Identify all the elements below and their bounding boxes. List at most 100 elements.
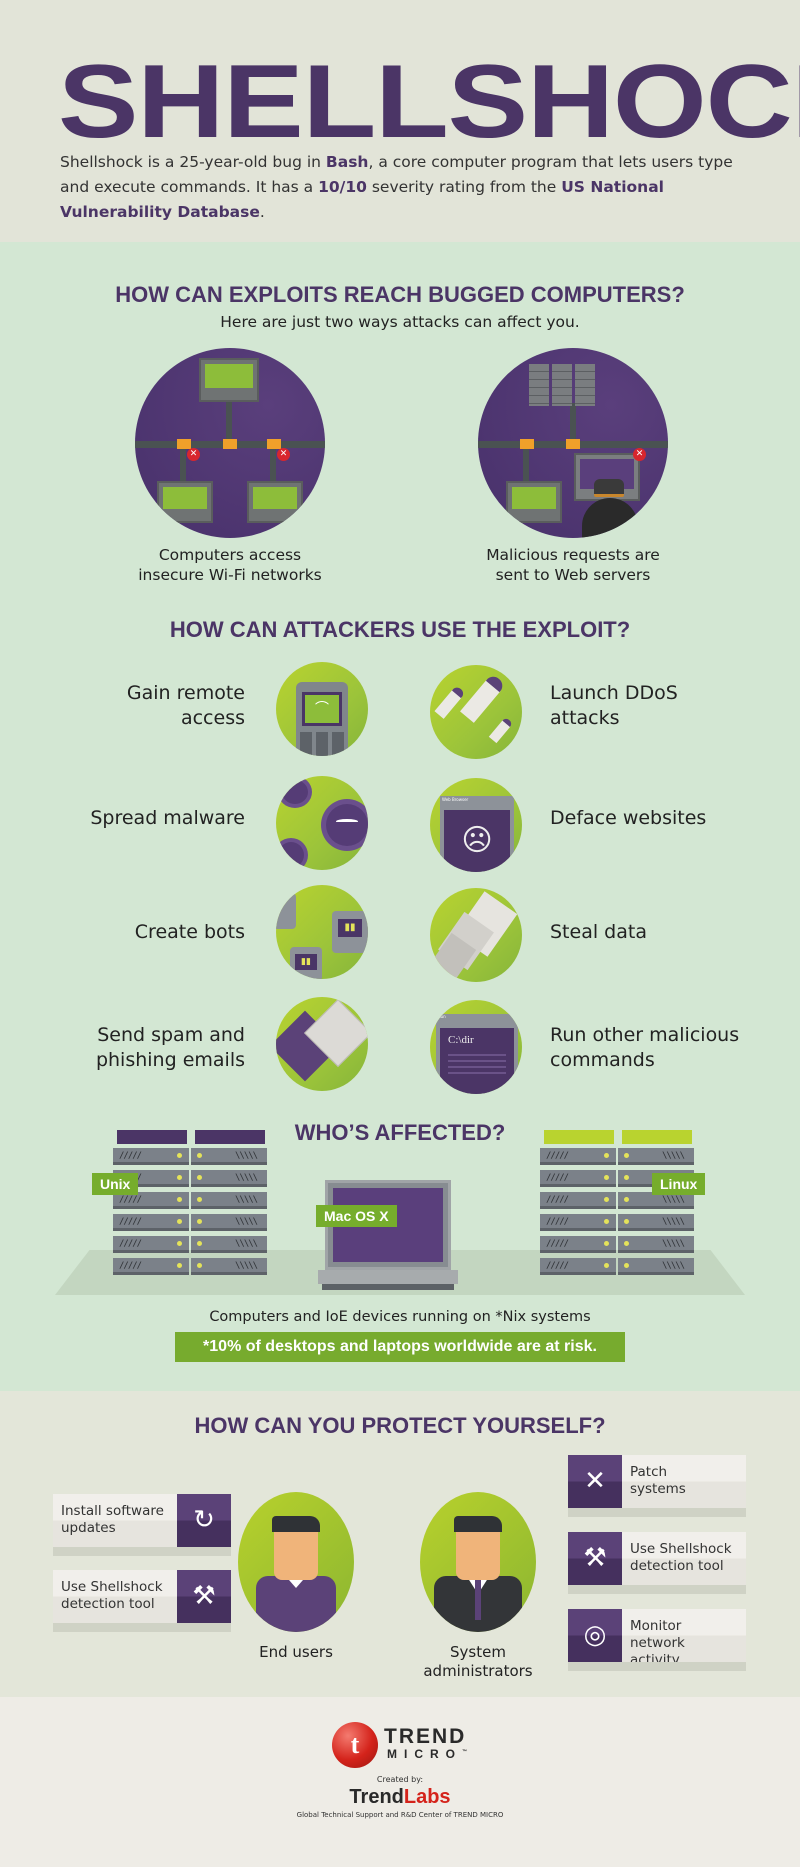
server-unit: ///// <box>113 1214 189 1231</box>
status-led-icon <box>177 1175 182 1180</box>
trendlabs-a: Trend <box>349 1786 404 1808</box>
intro-paragraph: Shellshock is a 25-year-old bug in Bash,… <box>60 150 760 225</box>
status-led-icon <box>177 1263 182 1268</box>
server-unit: ///// <box>540 1214 616 1231</box>
email-icon <box>276 997 368 1091</box>
documents-icon <box>430 888 522 982</box>
use-steal-data: Steal data <box>550 920 790 945</box>
computer-icon <box>506 481 562 523</box>
globe-icon: ◎ <box>568 1609 622 1662</box>
caption-line: Computers access <box>158 546 302 564</box>
tip-line: systems <box>630 1481 686 1497</box>
label-line: Create bots <box>134 921 245 943</box>
server-unit: \\\\\ <box>618 1148 694 1165</box>
tip-line: Use Shellshock <box>630 1541 732 1557</box>
error-icon: ✕ <box>187 448 200 461</box>
label-line: Launch DDoS <box>550 682 678 704</box>
error-icon: ✕ <box>277 448 290 461</box>
tip-text: Patch systems <box>622 1455 746 1508</box>
status-led-icon <box>197 1219 202 1224</box>
server-unit: ///// <box>540 1170 616 1187</box>
server-unit: ///// <box>540 1236 616 1253</box>
tip-text: Use Shellshock detection tool <box>53 1570 177 1623</box>
server-unit: ///// <box>113 1258 189 1275</box>
use-deface-websites: Deface websites <box>550 806 790 831</box>
bandage-icon: ✕ <box>568 1455 622 1508</box>
page-title: SHELLSHOCK <box>58 44 800 160</box>
tools-icon: ⚒ <box>568 1532 622 1585</box>
status-led-icon <box>197 1197 202 1202</box>
status-led-icon <box>177 1197 182 1202</box>
status-led-icon <box>197 1263 202 1268</box>
tip-line: detection tool <box>61 1596 155 1612</box>
vent-icon: \\\\\ <box>235 1261 258 1271</box>
vent-icon: ///// <box>119 1217 142 1227</box>
status-led-icon <box>604 1197 609 1202</box>
caption-line: sent to Web servers <box>495 566 651 584</box>
server-unit: \\\\\ <box>191 1214 267 1231</box>
label-line: attacks <box>550 707 620 729</box>
server-unit: \\\\\ <box>191 1258 267 1275</box>
vent-icon: \\\\\ <box>662 1195 685 1205</box>
vent-icon: ///// <box>119 1195 142 1205</box>
status-led-icon <box>197 1153 202 1158</box>
status-led-icon <box>624 1175 629 1180</box>
browser-title: Web Browser <box>442 797 469 802</box>
label-line: commands <box>550 1049 655 1071</box>
server-unit: \\\\\ <box>618 1258 694 1275</box>
status-led-icon <box>624 1219 629 1224</box>
reach-heading: HOW CAN EXPLOITS REACH BUGGED COMPUTERS? <box>115 282 685 307</box>
vent-icon: \\\\\ <box>662 1239 685 1249</box>
tip-line: Patch <box>630 1464 668 1480</box>
use-send-spam: Send spam and phishing emails <box>40 1023 245 1073</box>
unix-server-rack: //////////////////////////////\\\\\\\\\\… <box>113 1130 268 1280</box>
tip-text: Install software updates <box>53 1494 177 1547</box>
server-unit: \\\\\ <box>191 1192 267 1209</box>
server-unit: ///// <box>540 1148 616 1165</box>
router-node-icon <box>177 439 191 449</box>
computer-icon <box>199 358 259 402</box>
uses-heading: HOW CAN ATTACKERS USE THE EXPLOIT? <box>169 617 631 642</box>
label-line: Steal data <box>550 921 647 943</box>
status-led-icon <box>197 1175 202 1180</box>
admins-label: System administrators <box>410 1643 546 1681</box>
vent-icon: ///// <box>546 1239 569 1249</box>
rack-top <box>195 1130 265 1144</box>
trend-micro-logo-icon: t <box>332 1722 378 1768</box>
status-led-icon <box>604 1219 609 1224</box>
hacker-icon <box>582 498 638 538</box>
use-run-commands: Run other malicious commands <box>550 1023 800 1073</box>
linux-tag: Linux <box>652 1173 706 1195</box>
tip-line: Install software <box>61 1503 164 1519</box>
vent-icon: \\\\\ <box>662 1217 685 1227</box>
command-text: C:\dir <box>448 1034 474 1046</box>
label-line: Deface websites <box>550 807 707 829</box>
admin-avatar <box>420 1492 536 1632</box>
label-line: administrators <box>423 1662 533 1680</box>
router-node-icon <box>223 439 237 449</box>
error-icon: ✕ <box>633 448 646 461</box>
brand-micro: MICRO™ <box>387 1747 467 1761</box>
caption-line: Malicious requests are <box>486 546 660 564</box>
logo-glyph: t <box>350 1730 360 1759</box>
server-unit: \\\\\ <box>618 1236 694 1253</box>
way-caption: Computers access insecure Wi-Fi networks <box>110 545 350 585</box>
network-wifi-icon: ✕ ✕ <box>135 348 325 538</box>
label-line: Run other malicious <box>550 1024 740 1046</box>
web-server-attack-icon: ✕ <box>478 348 668 538</box>
intro-text: Shellshock is a 25-year-old bug in <box>60 153 326 171</box>
laptop-base <box>322 1284 454 1290</box>
status-led-icon <box>624 1263 629 1268</box>
status-led-icon <box>604 1175 609 1180</box>
intro-rating: 10/10 <box>318 178 367 196</box>
use-spread-malware: Spread malware <box>60 806 245 831</box>
rack-top <box>544 1130 614 1144</box>
brand-trend: TREND <box>384 1725 467 1748</box>
intro-text: severity rating from the <box>366 178 562 196</box>
refresh-icon: ↻ <box>177 1494 231 1547</box>
status-led-icon <box>604 1153 609 1158</box>
server-unit: \\\\\ <box>191 1170 267 1187</box>
server-unit: ///// <box>113 1236 189 1253</box>
status-led-icon <box>604 1263 609 1268</box>
vent-icon: \\\\\ <box>662 1261 685 1271</box>
